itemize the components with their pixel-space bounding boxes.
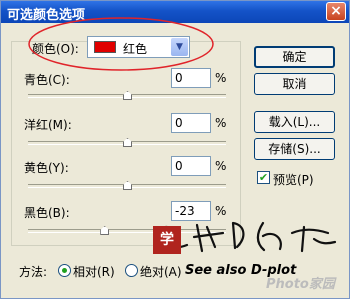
checkmark-icon: ✔ (258, 171, 269, 184)
chevron-down-icon[interactable]: ▼ (171, 38, 188, 56)
black-input[interactable]: -23 (171, 201, 211, 221)
color-dropdown-value: 红色 (123, 42, 148, 56)
color-label: 颜色(O): (32, 42, 79, 56)
title-bar: 可选颜色选项 × (1, 1, 349, 23)
preview-checkbox[interactable]: ✔ (257, 171, 270, 184)
cancel-button[interactable]: 取消 (254, 73, 335, 95)
cyan-input[interactable]: 0 (171, 68, 211, 88)
load-button[interactable]: 载入(L)... (254, 111, 335, 133)
color-swatch (94, 41, 116, 53)
save-button[interactable]: 存储(S)... (254, 138, 335, 160)
absolute-radio[interactable] (125, 264, 138, 277)
radio-selected-dot (62, 268, 67, 273)
ok-button[interactable]: 确定 (254, 46, 335, 68)
black-percent: % (215, 204, 227, 218)
color-dropdown[interactable]: 红色 ▼ (87, 36, 190, 58)
black-label: 黑色(B): (24, 206, 70, 220)
relative-radio[interactable] (58, 264, 71, 277)
relative-label[interactable]: 相对(R) (73, 263, 115, 280)
magenta-percent: % (215, 116, 227, 130)
magenta-label: 洋红(M): (24, 118, 72, 132)
method-label: 方法: (19, 265, 48, 279)
yellow-input[interactable]: 0 (171, 156, 211, 176)
selective-color-dialog: 可选颜色选项 × 颜色(O): 红色 ▼ 青色(C): 0 % 洋红(M): 0… (0, 0, 350, 299)
yellow-percent: % (215, 159, 227, 173)
black-slider-track[interactable] (28, 229, 226, 233)
cyan-percent: % (215, 71, 227, 85)
close-button[interactable]: × (326, 2, 346, 21)
absolute-label[interactable]: 绝对(A) (140, 263, 182, 280)
watermark-logo: Photo家园 (266, 277, 335, 292)
preview-label[interactable]: 预览(P) (273, 171, 314, 188)
magenta-input[interactable]: 0 (171, 113, 211, 133)
dialog-title: 可选颜色选项 (7, 8, 86, 23)
red-seal-stamp: 学 (153, 226, 181, 254)
cyan-label: 青色(C): (24, 73, 70, 87)
yellow-label: 黄色(Y): (24, 161, 69, 175)
